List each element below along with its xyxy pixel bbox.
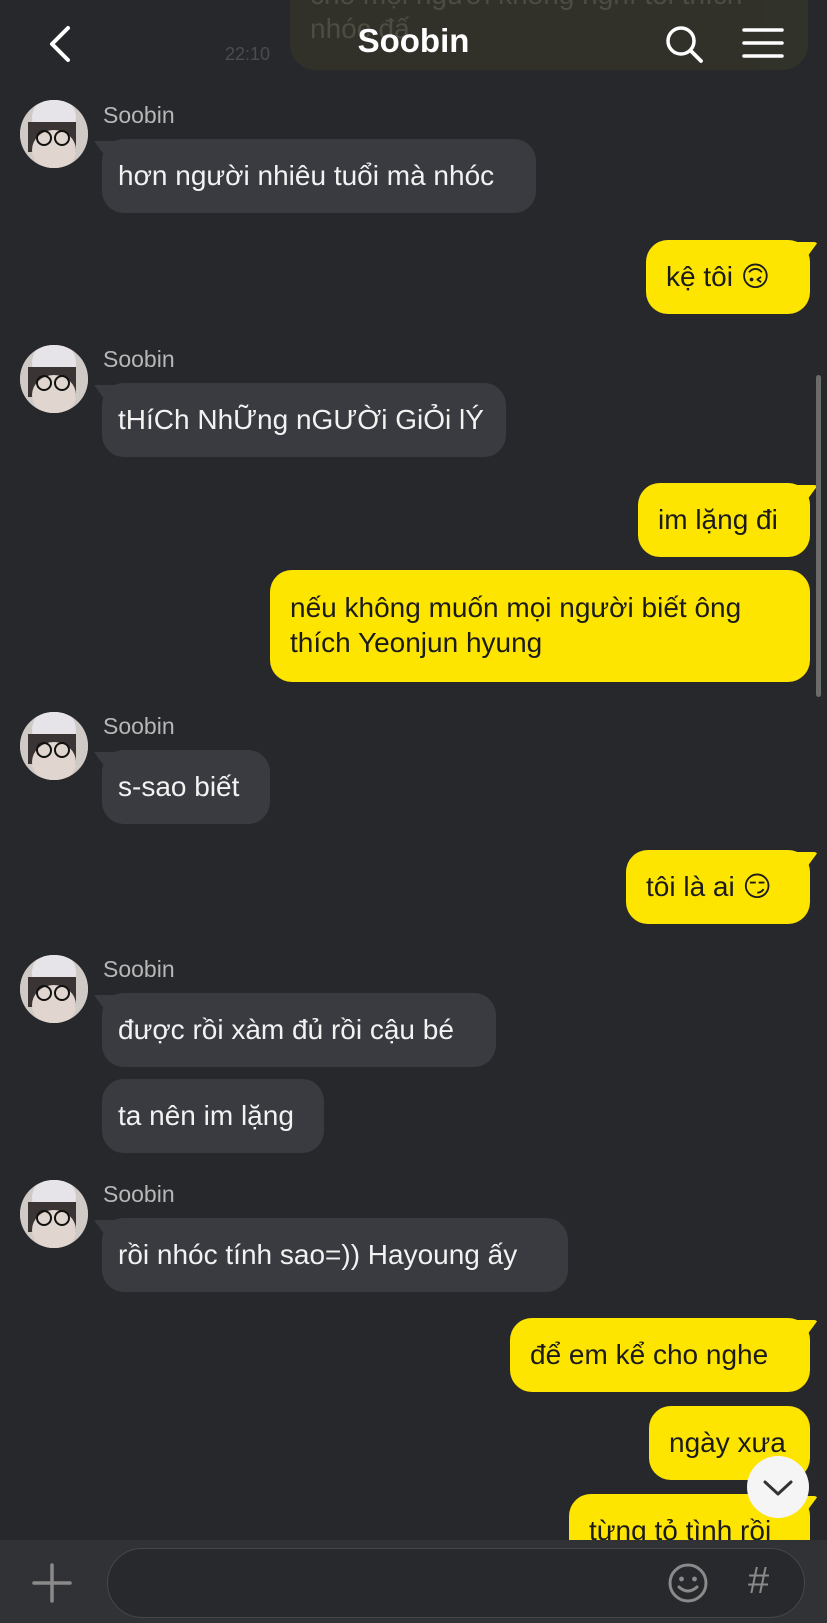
- sender-name: Soobin: [103, 1181, 175, 1207]
- hamburger-menu-icon: [742, 28, 784, 58]
- attach-button[interactable]: [32, 1563, 72, 1603]
- search-icon: [666, 26, 703, 63]
- incoming-message[interactable]: rồi nhóc tính sao=)) Hayoung ấy: [102, 1218, 568, 1292]
- message-text: s-sao biết: [118, 771, 240, 802]
- avatar[interactable]: [20, 345, 88, 413]
- avatar[interactable]: [20, 100, 88, 168]
- emoji-button[interactable]: [667, 1562, 709, 1604]
- avatar[interactable]: [20, 955, 88, 1023]
- message-input[interactable]: [128, 1563, 652, 1605]
- message-text: kệ tôi 🙃: [666, 261, 770, 292]
- chat-header: Soobin: [0, 0, 827, 88]
- avatar[interactable]: [20, 712, 88, 780]
- scrollbar[interactable]: [816, 375, 821, 697]
- plus-icon: [32, 1563, 72, 1603]
- sender-name: Soobin: [103, 346, 175, 372]
- incoming-message[interactable]: s-sao biết: [102, 750, 270, 824]
- chat-area[interactable]: cho mọi người không nghĩ tôi thích nhóc …: [0, 0, 827, 1540]
- outgoing-message[interactable]: tôi là ai 😏: [626, 850, 810, 924]
- message-text: để em kể cho nghe: [530, 1339, 769, 1370]
- message-text: tôi là ai 😏: [646, 871, 772, 902]
- message-text: rồi nhóc tính sao=)) Hayoung ấy: [118, 1239, 518, 1270]
- message-text-line: thích Yeonjun hyung: [290, 627, 543, 658]
- message-text: im lặng đi: [658, 504, 778, 535]
- search-button[interactable]: [664, 24, 704, 64]
- message-text: ta nên im lặng: [118, 1100, 294, 1131]
- hash-icon[interactable]: #: [748, 1560, 769, 1603]
- outgoing-message[interactable]: nếu không muốn mọi người biết ông thích …: [270, 570, 810, 682]
- message-text: được rồi xàm đủ rồi cậu bé: [118, 1014, 454, 1045]
- scroll-to-bottom-button[interactable]: [747, 1456, 809, 1518]
- incoming-message[interactable]: được rồi xàm đủ rồi cậu bé: [102, 993, 496, 1067]
- outgoing-message[interactable]: im lặng đi: [638, 483, 810, 557]
- incoming-message[interactable]: tHíCh NhỮng nGƯỜi GiỎi lÝ: [102, 383, 506, 457]
- menu-button[interactable]: [742, 26, 784, 60]
- message-text: từng tỏ tình rồi: [589, 1515, 772, 1540]
- avatar[interactable]: [20, 1180, 88, 1248]
- outgoing-message[interactable]: để em kể cho nghe: [510, 1318, 810, 1392]
- sender-name: Soobin: [103, 102, 175, 128]
- smiley-icon: [668, 1563, 708, 1603]
- message-text: tHíCh NhỮng nGƯỜi GiỎi lÝ: [118, 404, 484, 435]
- incoming-message[interactable]: hơn người nhiêu tuổi mà nhóc: [102, 139, 536, 213]
- incoming-message[interactable]: ta nên im lặng: [102, 1079, 324, 1153]
- message-text: ngày xưa: [669, 1427, 786, 1458]
- message-text: hơn người nhiêu tuổi mà nhóc: [118, 160, 495, 191]
- outgoing-message[interactable]: kệ tôi 🙃: [646, 240, 810, 314]
- message-text-line: nếu không muốn mọi người biết ông: [290, 592, 742, 623]
- sender-name: Soobin: [103, 956, 175, 982]
- chevron-down-icon: [763, 1480, 793, 1496]
- sender-name: Soobin: [103, 713, 175, 739]
